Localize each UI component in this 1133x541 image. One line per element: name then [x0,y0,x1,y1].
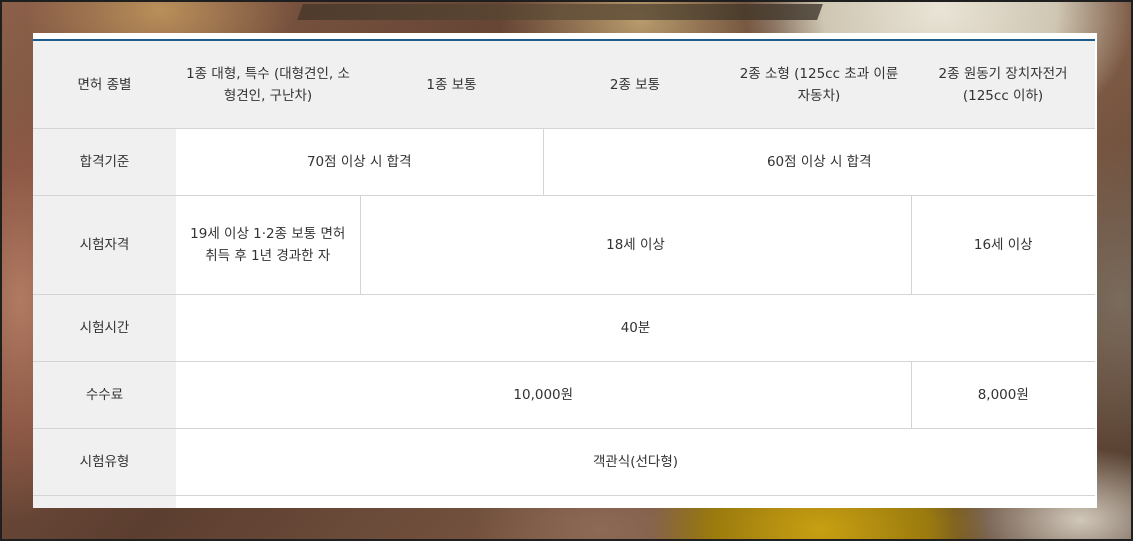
header-class1-large-special: 1종 대형, 특수 (대형견인, 소형견인, 구난차) [176,41,360,129]
eligibility-class1-large: 19세 이상 1·2종 보통 면허 취득 후 1년 경과한 자 [176,195,360,295]
row-label-exam-time: 시험시간 [33,294,176,362]
row-label-eligibility: 시험자격 [33,195,176,295]
background-detail [297,4,823,20]
pass-criteria-class1: 70점 이상 시 합격 [176,128,543,196]
license-exam-card: 면허 종별 1종 대형, 특수 (대형견인, 소형견인, 구난차) 1종 보통 … [33,33,1097,508]
table-bottom-label-space [33,496,176,508]
license-exam-table: 면허 종별 1종 대형, 특수 (대형견인, 소형견인, 구난차) 1종 보통 … [33,41,1095,496]
exam-type-value: 객관식(선다형) [176,428,1095,496]
header-class2-moped: 2종 원동기 장치자전거 (125cc 이하) [911,41,1095,129]
eligibility-age16: 16세 이상 [910,195,1095,295]
row-label-exam-type: 시험유형 [33,428,176,496]
header-class1-regular: 1종 보통 [360,41,543,129]
header-class2-small: 2종 소형 (125cc 초과 이륜자동차) [727,41,911,129]
exam-time-value: 40분 [176,294,1095,362]
pass-criteria-class2: 60점 이상 시 합격 [542,128,1095,196]
header-license-type: 면허 종별 [33,41,176,129]
table-row: 시험자격 19세 이상 1·2종 보통 면허 취득 후 1년 경과한 자 18세… [33,195,1095,295]
table-row: 합격기준 70점 이상 시 합격 60점 이상 시 합격 [33,128,1095,196]
row-label-fee: 수수료 [33,361,176,429]
fee-general: 10,000원 [176,361,911,429]
table-row: 시험시간 40분 [33,294,1095,362]
table-row: 시험유형 객관식(선다형) [33,428,1095,496]
table-bottom-space [33,496,1095,508]
header-row: 면허 종별 1종 대형, 특수 (대형견인, 소형견인, 구난차) 1종 보통 … [33,41,1095,129]
eligibility-age18: 18세 이상 [359,195,911,295]
table-row: 수수료 10,000원 8,000원 [33,361,1095,429]
fee-moped: 8,000원 [910,361,1095,429]
header-class2-regular: 2종 보통 [543,41,727,129]
row-label-pass-criteria: 합격기준 [33,128,176,196]
